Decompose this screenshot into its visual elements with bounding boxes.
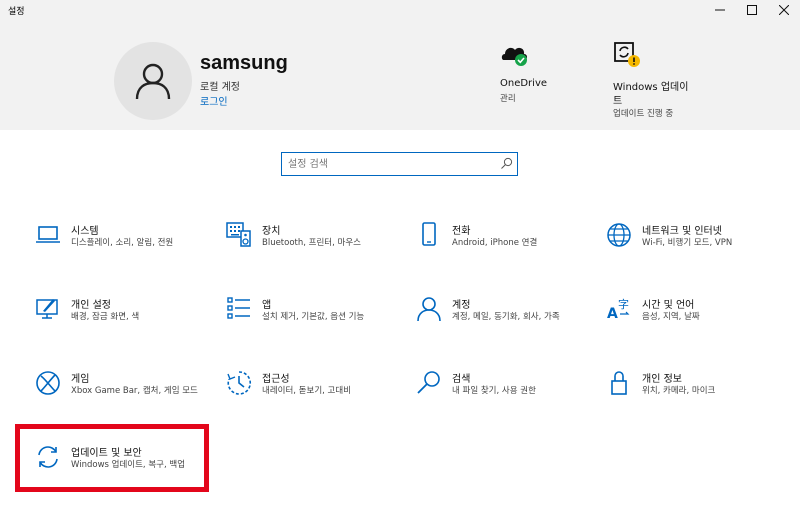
tile-desc: 설치 제거, 기본값, 옵션 기능 bbox=[262, 312, 365, 322]
tile-search[interactable]: 검색 내 파일 찾기, 사용 권한 bbox=[416, 370, 596, 420]
tile-desc: 배경, 잠금 화면, 색 bbox=[71, 312, 140, 322]
paint-monitor-icon bbox=[36, 299, 58, 319]
user-icon bbox=[135, 63, 171, 100]
tile-desc: Bluetooth, 프린터, 마우스 bbox=[262, 238, 361, 248]
tile-desc: Xbox Game Bar, 캡처, 게임 모드 bbox=[71, 386, 198, 396]
tile-desc: 위치, 카메라, 마이크 bbox=[642, 386, 716, 396]
windows-update-title-2: 트 bbox=[613, 96, 623, 107]
windows-update-title-1: Windows 업데이 bbox=[613, 82, 689, 93]
account-header: samsung 로컬 계정 로그인 OneDrive 관리 Windows 업데… bbox=[0, 22, 800, 130]
ease-of-access-icon bbox=[227, 371, 251, 395]
tile-personalization[interactable]: 개인 설정 배경, 잠금 화면, 색 bbox=[35, 296, 215, 346]
tile-gaming[interactable]: 게임 Xbox Game Bar, 캡처, 게임 모드 bbox=[35, 370, 215, 420]
tile-title: 게임 bbox=[71, 374, 90, 385]
tile-privacy[interactable]: 개인 정보 위치, 카메라, 마이크 bbox=[606, 370, 786, 420]
onedrive-cloud-icon bbox=[501, 47, 527, 66]
tile-title: 네트워크 및 인터넷 bbox=[642, 226, 722, 237]
tile-desc: 계정, 메일, 동기화, 회사, 가족 bbox=[452, 312, 560, 322]
close-button[interactable] bbox=[766, 0, 800, 20]
avatar[interactable] bbox=[114, 42, 192, 120]
tile-desc: Wi-Fi, 비행기 모드, VPN bbox=[642, 238, 733, 248]
search-icon bbox=[501, 157, 513, 169]
search-box[interactable] bbox=[281, 152, 518, 176]
laptop-icon bbox=[36, 226, 60, 243]
tile-desc: 디스플레이, 소리, 알림, 전원 bbox=[71, 238, 174, 248]
lock-icon bbox=[611, 371, 627, 395]
tile-title: 검색 bbox=[452, 374, 471, 385]
search-input[interactable] bbox=[288, 155, 493, 173]
window-title: 설정 bbox=[8, 7, 25, 17]
tile-accounts[interactable]: 계정 계정, 메일, 동기화, 회사, 가족 bbox=[416, 296, 596, 346]
tile-desc: 내 파일 찾기, 사용 권한 bbox=[452, 386, 536, 396]
tile-phone[interactable]: 전화 Android, iPhone 연결 bbox=[416, 222, 596, 272]
tile-time-language[interactable]: A 字 시간 및 언어 음성, 지역, 날짜 bbox=[606, 296, 786, 346]
username: samsung bbox=[200, 52, 288, 74]
minimize-icon bbox=[715, 9, 725, 11]
maximize-icon bbox=[747, 5, 757, 15]
svg-text:字: 字 bbox=[618, 297, 629, 311]
keyboard-speaker-icon bbox=[226, 222, 251, 247]
windows-update-sub: 업데이트 진행 중 bbox=[613, 109, 674, 119]
tile-devices[interactable]: 장치 Bluetooth, 프린터, 마우스 bbox=[226, 222, 406, 272]
close-icon bbox=[779, 5, 789, 15]
tile-desc: Android, iPhone 연결 bbox=[452, 238, 538, 248]
maximize-button[interactable] bbox=[734, 0, 770, 20]
tile-title: 개인 정보 bbox=[642, 374, 682, 385]
tile-desc: 내레이터, 돋보기, 고대비 bbox=[262, 386, 352, 396]
tile-title: 전화 bbox=[452, 226, 471, 237]
windows-update-icon bbox=[614, 42, 640, 67]
login-link[interactable]: 로그인 bbox=[200, 93, 228, 108]
tile-system[interactable]: 시스템 디스플레이, 소리, 알림, 전원 bbox=[35, 222, 215, 272]
tile-apps[interactable]: 앱 설치 제거, 기본값, 옵션 기능 bbox=[226, 296, 406, 346]
settings-window: 설정 samsung 로컬 계정 로그인 OneDrive 관리 Windows… bbox=[0, 0, 800, 514]
tile-network[interactable]: 네트워크 및 인터넷 Wi-Fi, 비행기 모드, VPN bbox=[606, 222, 786, 272]
tile-desc: 음성, 지역, 날짜 bbox=[642, 312, 700, 322]
xbox-icon bbox=[36, 371, 60, 395]
title-bar: 설정 bbox=[0, 0, 800, 22]
language-icon: A 字 bbox=[607, 297, 630, 322]
phone-icon bbox=[422, 222, 436, 246]
tile-title: 개인 설정 bbox=[71, 300, 111, 311]
apps-list-icon bbox=[227, 297, 250, 319]
account-type: 로컬 계정 bbox=[200, 82, 240, 93]
tile-title: 접근성 bbox=[262, 374, 290, 385]
highlight-box bbox=[15, 424, 209, 492]
onedrive-sub: 관리 bbox=[500, 94, 516, 104]
onedrive-title: OneDrive bbox=[500, 78, 548, 89]
tile-title: 계정 bbox=[452, 300, 471, 311]
person-icon bbox=[417, 297, 441, 322]
tile-title: 시간 및 언어 bbox=[642, 300, 695, 311]
magnifier-icon bbox=[417, 371, 440, 394]
svg-text:A: A bbox=[607, 306, 618, 322]
tile-title: 시스템 bbox=[71, 226, 99, 237]
minimize-button[interactable] bbox=[702, 0, 738, 20]
globe-icon bbox=[607, 223, 631, 247]
tile-title: 앱 bbox=[262, 300, 272, 311]
tile-title: 장치 bbox=[262, 226, 281, 237]
tile-accessibility[interactable]: 접근성 내레이터, 돋보기, 고대비 bbox=[226, 370, 406, 420]
